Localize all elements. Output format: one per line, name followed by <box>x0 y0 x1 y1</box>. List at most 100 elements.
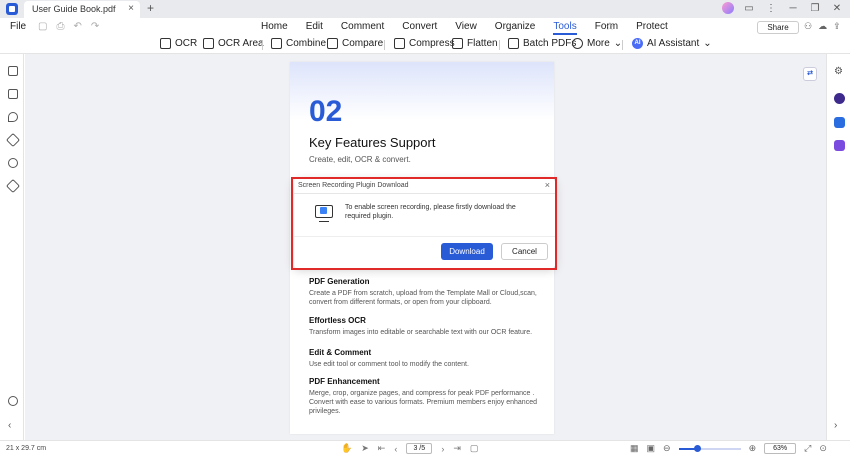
cloud-icon[interactable]: ☁ <box>818 21 827 32</box>
fit-page-icon[interactable]: ▢ <box>470 443 479 454</box>
redo-icon[interactable]: ↷ <box>91 21 99 32</box>
feature-heading: Edit & Comment <box>309 348 372 357</box>
ai-assistant-button[interactable]: AI AI Assistant ⌄ <box>632 38 712 49</box>
export-icon[interactable]: ⇪ <box>833 21 841 32</box>
new-tab-icon[interactable]: + <box>147 1 154 15</box>
ocr-area-label: OCR Area <box>218 38 264 49</box>
share-button[interactable]: Share <box>757 21 799 34</box>
more-label: More <box>587 38 610 49</box>
zoom-controls: ▦ ▣ ⊖ ⊕ 63% ⤢ ⊙ <box>630 443 827 454</box>
page-layout-icon[interactable]: ▦ <box>630 443 639 454</box>
minimize-icon[interactable]: ─ <box>786 3 800 14</box>
first-page-icon[interactable]: ⇤ <box>378 443 386 454</box>
file-menu[interactable]: File <box>10 21 26 32</box>
next-page-icon[interactable]: › <box>441 444 444 454</box>
divider <box>622 40 623 50</box>
check-document-icon[interactable] <box>834 140 845 151</box>
undo-icon[interactable]: ↶ <box>73 21 81 32</box>
compare-label: Compare <box>342 38 384 49</box>
layers-icon[interactable] <box>5 178 21 194</box>
chevron-down-icon: ⌄ <box>703 38 712 49</box>
menu-convert[interactable]: Convert <box>402 21 437 35</box>
highlight-outline <box>291 177 557 270</box>
zoom-slider[interactable] <box>678 444 741 452</box>
menu-tools[interactable]: Tools <box>553 21 577 35</box>
menu-comment[interactable]: Comment <box>341 21 384 35</box>
avatar[interactable] <box>722 2 734 14</box>
divider <box>499 40 500 50</box>
bookmark-icon[interactable] <box>8 89 18 99</box>
page-number-input[interactable]: 3 /5 <box>406 443 433 454</box>
menu-organize[interactable]: Organize <box>495 21 536 35</box>
translate-a-icon[interactable] <box>834 117 845 128</box>
maximize-icon[interactable]: ❐ <box>808 3 822 14</box>
menu-home[interactable]: Home <box>261 21 288 35</box>
help-icon[interactable] <box>8 396 18 406</box>
settings-sliders-icon[interactable]: ⚙ <box>834 66 845 77</box>
more-button[interactable]: More ⌄ <box>572 38 622 49</box>
collapse-left-icon[interactable]: ‹ <box>8 420 18 431</box>
select-tool-icon[interactable]: ➤ <box>361 443 369 454</box>
search-icon[interactable] <box>8 158 18 168</box>
combine-icon <box>271 38 282 49</box>
ai-bot-icon[interactable] <box>834 93 845 104</box>
page-title: Key Features Support <box>309 135 436 150</box>
app-logo-icon <box>6 3 18 15</box>
left-sidebar: ‹ <box>0 54 24 440</box>
ocr-area-icon <box>203 38 214 49</box>
last-page-icon[interactable]: ⇥ <box>453 443 461 454</box>
hand-tool-icon[interactable]: ✋ <box>341 443 352 454</box>
attachment-icon[interactable] <box>5 132 21 148</box>
people-icon[interactable]: ⚇ <box>804 21 812 32</box>
translate-icon[interactable]: ⇄ <box>803 67 817 81</box>
page-subtitle: Create, edit, OCR & convert. <box>309 155 411 164</box>
document-tab[interactable]: User Guide Book.pdf × <box>24 1 140 18</box>
print-icon[interactable]: ⎙ <box>56 21 64 32</box>
zoom-in-icon[interactable]: ⊕ <box>749 443 757 454</box>
menu-edit[interactable]: Edit <box>306 21 323 35</box>
message-icon[interactable]: ▭ <box>742 3 756 14</box>
close-window-icon[interactable]: ✕ <box>830 3 844 14</box>
compare-button[interactable]: Compare <box>327 38 383 49</box>
menu-view[interactable]: View <box>455 21 477 35</box>
compress-button[interactable]: Compress <box>394 38 455 49</box>
combine-button[interactable]: Combine <box>271 38 326 49</box>
fit-width-icon[interactable]: ⤢ <box>804 443 811 454</box>
menu-protect[interactable]: Protect <box>636 21 668 35</box>
batch-pdfs-label: Batch PDFs <box>523 38 577 49</box>
collapse-right-icon[interactable]: › <box>834 420 845 431</box>
previous-page-icon[interactable]: ‹ <box>394 444 397 454</box>
ocr-icon <box>160 38 171 49</box>
thumbnails-icon[interactable] <box>8 66 18 76</box>
ocr-label: OCR <box>175 38 198 49</box>
document-tab-label: User Guide Book.pdf <box>32 4 116 14</box>
zoom-out-icon[interactable]: ⊖ <box>663 443 671 454</box>
feature-heading: PDF Enhancement <box>309 377 380 386</box>
zoom-level-select[interactable]: 63% <box>764 443 797 454</box>
batch-pdfs-icon <box>508 38 519 49</box>
zoom-slider-handle[interactable] <box>694 444 702 452</box>
page-number-heading: 02 <box>309 95 343 128</box>
reading-mode-icon[interactable]: ▣ <box>647 443 656 454</box>
status-bar: 21 x 29.7 cm ✋ ➤ ⇤ ‹ 3 /5 › ⇥ ▢ ▦ ▣ ⊖ ⊕ … <box>0 440 850 456</box>
save-icon[interactable]: ▢ <box>38 21 47 32</box>
flatten-button[interactable]: Flatten <box>452 38 498 49</box>
full-screen-icon[interactable]: ⊙ <box>819 443 827 454</box>
header-right-icons: ⚇ ☁ ⇪ <box>804 21 841 32</box>
feature-heading: Effortless OCR <box>309 316 366 325</box>
window-controls: ▭ ⋮ ─ ❐ ✕ <box>722 2 844 14</box>
feature-text: Transform images into editable or search… <box>309 329 533 336</box>
menu-icon[interactable]: ⋮ <box>764 3 778 14</box>
more-icon <box>572 38 583 49</box>
batch-pdfs-button[interactable]: Batch PDFs <box>508 38 576 49</box>
pin-icon[interactable]: ☆ <box>605 20 615 33</box>
divider <box>262 40 263 50</box>
combine-label: Combine <box>286 38 327 49</box>
title-bar: User Guide Book.pdf × + ▭ ⋮ ─ ❐ ✕ <box>0 0 850 18</box>
ai-assistant-label: AI Assistant <box>647 38 700 49</box>
flatten-icon <box>452 38 463 49</box>
ocr-area-button[interactable]: OCR Area <box>203 38 264 49</box>
comment-icon[interactable] <box>8 112 18 122</box>
ocr-button[interactable]: OCR <box>160 38 197 49</box>
close-tab-icon[interactable]: × <box>128 3 134 14</box>
